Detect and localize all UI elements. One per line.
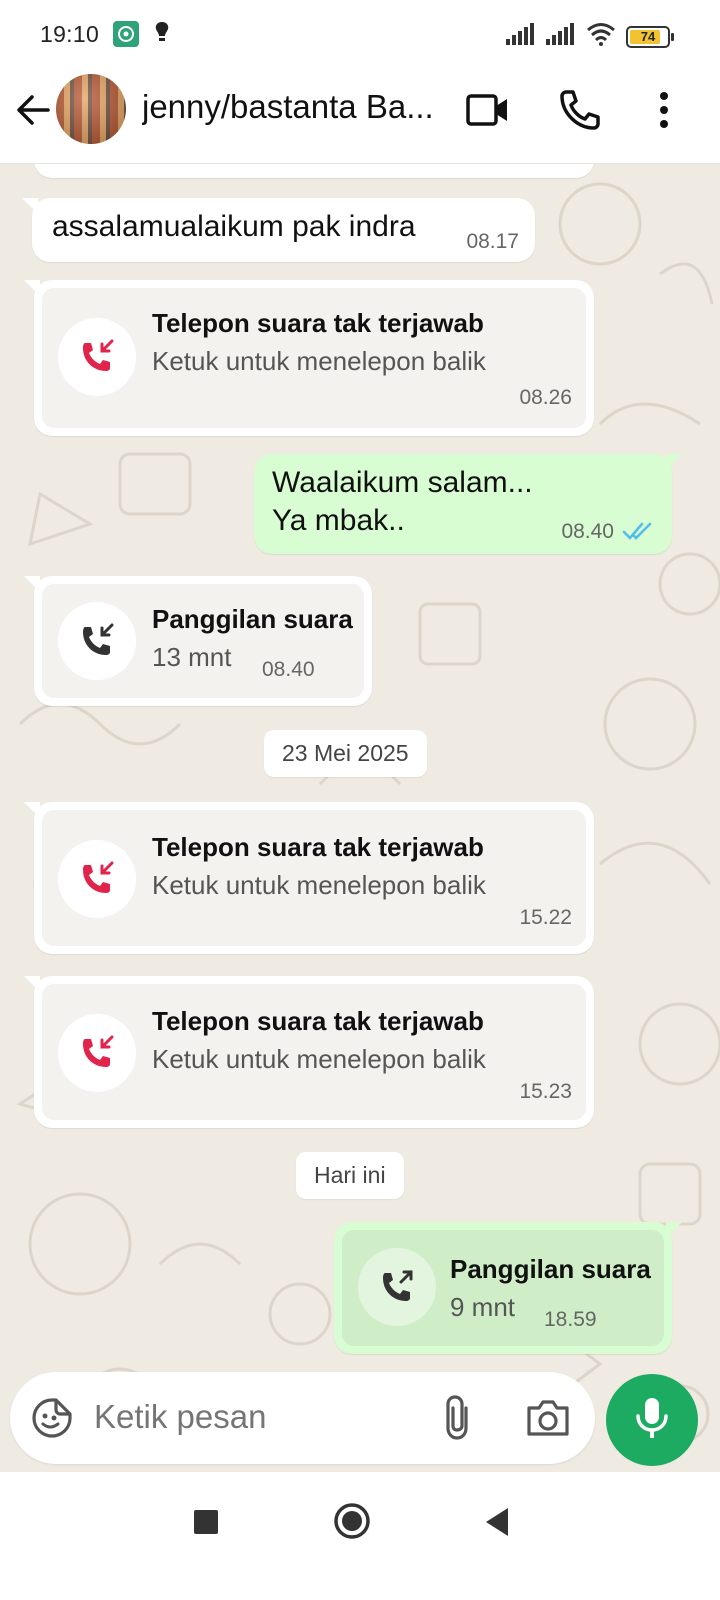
message-bubble-outgoing[interactable]: Waalaikum salam... Ya mbak.. 08.40	[254, 454, 682, 554]
missed-call-bubble[interactable]: Telepon suara tak terjawab Ketuk untuk m…	[24, 802, 594, 954]
missed-call-icon	[58, 318, 136, 396]
call-duration: 9 mnt	[450, 1292, 516, 1322]
call-subtitle: Ketuk untuk menelepon balik	[152, 1044, 486, 1074]
sticker-icon[interactable]	[30, 1396, 74, 1445]
voice-call-bubble-outgoing[interactable]: Panggilan suara 9 mnt 18.59	[334, 1222, 682, 1354]
incoming-call-icon	[58, 602, 136, 680]
missed-call-icon	[58, 840, 136, 918]
contact-name[interactable]: jenny/bastanta Ba...	[142, 88, 442, 126]
signal-icon	[546, 23, 576, 50]
back-nav-icon[interactable]	[482, 1506, 512, 1543]
status-bar: 19:10 74	[0, 0, 720, 68]
battery-icon: 74	[626, 25, 674, 48]
call-duration: 13 mnt	[152, 642, 232, 672]
read-receipt-icon	[622, 520, 656, 547]
more-vert-icon[interactable]	[640, 86, 688, 134]
message-time: 08.26	[519, 386, 572, 409]
signal-icon	[506, 23, 536, 50]
message-text-line-2: Ya mbak..	[272, 504, 405, 537]
message-bubble-partial[interactable]	[34, 164, 594, 178]
camera-icon[interactable]	[525, 1396, 571, 1445]
message-bubble-incoming[interactable]: assalamualaikum pak indra 08.17	[22, 198, 535, 262]
call-title: Telepon suara tak terjawab	[152, 1006, 484, 1036]
message-time: 08.40	[262, 658, 315, 681]
lightbulb-icon	[153, 20, 171, 49]
status-icons: 74	[506, 22, 674, 51]
missed-call-bubble[interactable]: Telepon suara tak terjawab Ketuk untuk m…	[24, 976, 594, 1128]
missed-call-bubble[interactable]: Telepon suara tak terjawab Ketuk untuk m…	[24, 280, 594, 436]
chat-header: jenny/bastanta Ba...	[0, 68, 720, 164]
missed-call-icon	[58, 1014, 136, 1092]
call-subtitle: Ketuk untuk menelepon balik	[152, 346, 486, 376]
call-card[interactable]: Panggilan suara 9 mnt 18.59	[342, 1230, 664, 1346]
date-separator: 23 Mei 2025	[264, 730, 427, 777]
voice-call-bubble[interactable]: Panggilan suara 13 mnt 08.40	[24, 576, 372, 706]
video-call-icon[interactable]	[464, 86, 512, 134]
call-card[interactable]: Telepon suara tak terjawab Ketuk untuk m…	[42, 984, 586, 1120]
call-title: Telepon suara tak terjawab	[152, 308, 484, 338]
mic-button[interactable]	[606, 1374, 698, 1466]
chat-area[interactable]: assalamualaikum pak indra 08.17 Telepon …	[0, 164, 720, 1472]
outgoing-call-icon	[358, 1248, 436, 1326]
home-icon[interactable]	[333, 1502, 371, 1545]
status-time: 19:10	[40, 20, 100, 47]
mic-icon	[632, 1394, 672, 1447]
hotspot-app-icon	[113, 21, 140, 47]
call-title: Panggilan suara	[152, 604, 353, 634]
recent-apps-icon[interactable]	[192, 1508, 220, 1541]
battery-level: 74	[640, 29, 656, 44]
call-card[interactable]: Telepon suara tak terjawab Ketuk untuk m…	[42, 810, 586, 946]
message-time: 15.22	[519, 906, 572, 929]
message-text-line-1: Waalaikum salam...	[272, 466, 533, 499]
wifi-icon	[586, 22, 616, 51]
message-time: 15.23	[519, 1080, 572, 1103]
message-time: 08.40	[561, 520, 614, 543]
message-input[interactable]	[94, 1398, 414, 1436]
message-text: assalamualaikum pak indra	[52, 210, 416, 243]
call-title: Panggilan suara	[450, 1254, 651, 1284]
message-time: 08.17	[466, 230, 519, 253]
phone-icon[interactable]	[556, 86, 604, 134]
avatar[interactable]	[56, 74, 126, 144]
message-input-bar	[10, 1372, 595, 1464]
date-separator: Hari ini	[296, 1152, 404, 1199]
call-card[interactable]: Panggilan suara 13 mnt 08.40	[42, 584, 364, 698]
call-title: Telepon suara tak terjawab	[152, 832, 484, 862]
message-time: 18.59	[544, 1308, 597, 1331]
call-subtitle: Ketuk untuk menelepon balik	[152, 870, 486, 900]
call-card[interactable]: Telepon suara tak terjawab Ketuk untuk m…	[42, 288, 586, 428]
back-arrow-icon[interactable]	[14, 90, 54, 130]
system-nav-bar	[0, 1474, 720, 1600]
attach-icon[interactable]	[438, 1394, 478, 1447]
